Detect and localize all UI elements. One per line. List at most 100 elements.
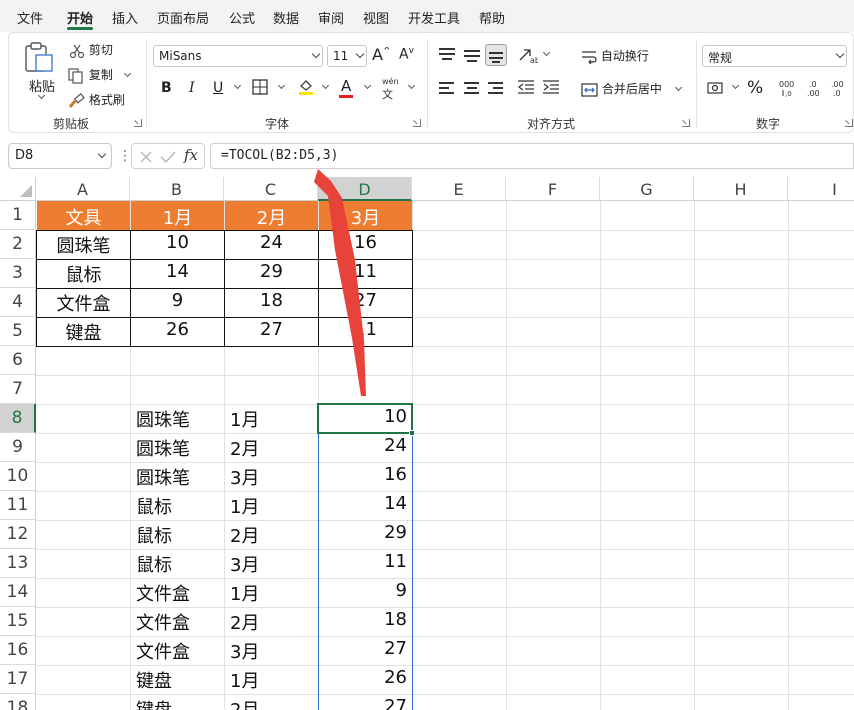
increase-decimal-icon[interactable]: .0.00 (805, 79, 827, 97)
row-header-5[interactable]: 5 (0, 317, 36, 346)
currency-dropdown-icon[interactable] (731, 81, 740, 90)
column-header-a[interactable]: A (36, 177, 130, 201)
tab-data[interactable]: 数据 (273, 8, 299, 27)
table-header-cell[interactable]: 1月 (131, 201, 224, 230)
tab-formulas[interactable]: 公式 (229, 8, 255, 27)
phonetic-dropdown-icon[interactable] (407, 81, 416, 90)
row-header-13[interactable]: 13 (0, 549, 36, 578)
column-header-d[interactable]: D (318, 177, 412, 201)
underline-button[interactable]: U (213, 80, 223, 96)
tab-review[interactable]: 审阅 (318, 8, 344, 27)
result-cell[interactable]: 2月 (225, 522, 318, 548)
decrease-indent-icon[interactable] (517, 79, 535, 95)
tab-developer[interactable]: 开发工具 (408, 8, 460, 27)
result-cell[interactable]: 2月 (225, 435, 318, 461)
row-header-8[interactable]: 8 (0, 404, 36, 433)
row-header-17[interactable]: 17 (0, 665, 36, 694)
align-middle-button[interactable] (461, 44, 483, 66)
table-cell[interactable]: 10 (131, 232, 224, 253)
table-cell[interactable]: 文件盒 (37, 290, 130, 316)
more-options-icon[interactable]: ⋮ (118, 148, 132, 164)
result-cell[interactable]: 鼠标 (131, 522, 224, 548)
phonetic-button[interactable]: wén 文 (382, 77, 399, 102)
tab-home[interactable]: 开始 (67, 8, 93, 27)
table-cell[interactable]: 14 (131, 261, 224, 282)
fill-handle[interactable] (409, 430, 415, 436)
tab-view[interactable]: 视图 (363, 8, 389, 27)
result-cell[interactable]: 键盘 (131, 667, 224, 693)
insert-function-button[interactable]: fx (184, 146, 198, 164)
table-cell[interactable]: 11 (319, 319, 412, 340)
result-cell[interactable]: 圆珠笔 (131, 435, 224, 461)
column-header-e[interactable]: E (412, 177, 506, 201)
tab-insert[interactable]: 插入 (112, 8, 138, 27)
align-bottom-button[interactable] (485, 44, 507, 66)
row-header-11[interactable]: 11 (0, 491, 36, 520)
wrap-text-button[interactable]: 自动换行 (581, 47, 649, 65)
alignment-launcher-icon[interactable] (682, 119, 690, 127)
align-top-button[interactable] (436, 44, 458, 66)
align-center-button[interactable] (461, 77, 483, 99)
column-header-g[interactable]: G (600, 177, 694, 201)
increase-indent-icon[interactable] (542, 79, 560, 95)
column-header-c[interactable]: C (224, 177, 318, 201)
column-header-h[interactable]: H (694, 177, 788, 201)
orientation-icon[interactable]: ab (518, 46, 538, 64)
row-header-14[interactable]: 14 (0, 578, 36, 607)
paste-button[interactable]: 粘贴 (19, 41, 59, 105)
formula-input[interactable]: =TOCOL(B2:D5,3) (210, 143, 854, 169)
table-cell[interactable]: 11 (319, 261, 412, 282)
tab-file[interactable]: 文件 (17, 8, 43, 27)
result-cell[interactable]: 键盘 (131, 696, 224, 710)
row-header-2[interactable]: 2 (0, 230, 36, 259)
decrease-decimal-icon[interactable]: .00.0 (829, 79, 851, 97)
number-format-select[interactable]: 常规 (702, 45, 847, 67)
active-cell-d8[interactable] (317, 403, 413, 434)
worksheet-grid[interactable]: A B C D E F G H I 1 2 3 4 5 6 7 8 9 10 1… (0, 177, 854, 710)
currency-icon[interactable] (707, 80, 725, 96)
table-cell[interactable]: 26 (131, 319, 224, 340)
result-cell[interactable]: 圆珠笔 (131, 464, 224, 490)
merge-center-button[interactable]: 合并后居中 (581, 80, 682, 98)
result-cell[interactable]: 文件盒 (131, 609, 224, 635)
align-right-button[interactable] (485, 77, 507, 99)
cancel-icon[interactable] (139, 150, 153, 164)
table-header-cell[interactable]: 3月 (319, 201, 412, 230)
result-cell[interactable]: 3月 (225, 638, 318, 664)
result-cell[interactable]: 1月 (225, 667, 318, 693)
row-header-9[interactable]: 9 (0, 433, 36, 462)
name-box[interactable]: D8 (8, 143, 112, 169)
column-header-b[interactable]: B (130, 177, 224, 201)
copy-button[interactable]: 复制 (67, 66, 131, 84)
result-cell[interactable]: 鼠标 (131, 551, 224, 577)
shrink-font-button[interactable]: Av (399, 46, 414, 63)
table-header-cell[interactable]: 2月 (225, 201, 318, 230)
percent-button[interactable]: % (747, 78, 763, 98)
result-cell[interactable]: 2月 (225, 696, 318, 710)
select-all-button[interactable] (0, 177, 36, 201)
row-header-4[interactable]: 4 (0, 288, 36, 317)
table-cell[interactable]: 键盘 (37, 319, 130, 345)
orientation-dropdown-icon[interactable] (542, 48, 551, 57)
result-cell[interactable]: 文件盒 (131, 638, 224, 664)
result-cell[interactable]: 3月 (225, 551, 318, 577)
row-header-15[interactable]: 15 (0, 607, 36, 636)
row-header-16[interactable]: 16 (0, 636, 36, 665)
grow-font-button[interactable]: A^ (372, 45, 391, 64)
result-cell[interactable]: 1月 (225, 580, 318, 606)
borders-dropdown-icon[interactable] (277, 81, 286, 90)
font-launcher-icon[interactable] (413, 119, 421, 127)
borders-icon[interactable] (252, 79, 268, 95)
row-header-18[interactable]: 18 (0, 694, 36, 710)
clipboard-launcher-icon[interactable] (134, 119, 142, 127)
fill-color-dropdown-icon[interactable] (321, 81, 330, 90)
bold-button[interactable]: B (161, 80, 172, 96)
column-header-i[interactable]: I (788, 177, 854, 201)
row-header-12[interactable]: 12 (0, 520, 36, 549)
enter-check-icon[interactable] (160, 150, 176, 164)
result-cell[interactable]: 2月 (225, 609, 318, 635)
number-launcher-icon[interactable] (845, 119, 853, 127)
result-cell[interactable]: 3月 (225, 464, 318, 490)
row-header-1[interactable]: 1 (0, 201, 36, 230)
font-size-select[interactable]: 11 (327, 45, 367, 67)
